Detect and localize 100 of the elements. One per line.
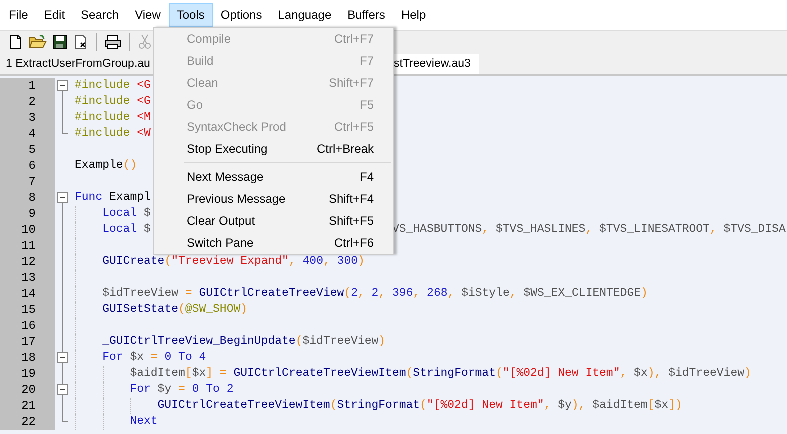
fold-toggle-icon[interactable]	[57, 352, 68, 363]
menu-item[interactable]: Tools	[168, 3, 213, 27]
code-operator: (	[406, 366, 414, 382]
code-operator: )	[641, 286, 648, 302]
code-variable: $y	[158, 382, 173, 398]
code-number: 2	[351, 286, 358, 302]
code-operator: )	[744, 366, 752, 382]
code-directive: #include	[75, 110, 132, 126]
line-number: 5	[0, 142, 55, 158]
code-function: GUICreate	[102, 254, 165, 270]
code-operator: ,	[710, 222, 718, 238]
menu-item[interactable]: Next Message F4	[154, 166, 393, 188]
code-function: GUICtrlCreateTreeViewItem	[158, 398, 330, 414]
code-number: 400	[302, 254, 324, 270]
code-variable: $iStyle	[462, 286, 510, 302]
line-number: 9	[0, 206, 55, 222]
code-variable: $idTreeView	[668, 366, 744, 382]
code-variable: $x	[192, 366, 206, 382]
code-number: 2	[372, 286, 379, 302]
printer-icon[interactable]	[104, 34, 122, 50]
code-operator: ,	[510, 286, 518, 302]
code-variable: $y	[558, 398, 572, 414]
code-number: 396	[392, 286, 414, 302]
code-operator: (	[178, 302, 186, 318]
code-keyword: For	[102, 350, 124, 366]
code-operator: ,	[544, 398, 552, 414]
code-number: 268	[427, 286, 448, 302]
code-directive: #include	[75, 78, 132, 94]
code-operator: ,	[448, 286, 456, 302]
code-string: <M	[137, 110, 151, 126]
code-variable: $x	[634, 366, 648, 382]
code-operator: ,	[413, 286, 422, 302]
menu-item[interactable]: Buffers	[340, 3, 394, 27]
code-operator: ,	[586, 222, 594, 238]
menu-item[interactable]: Options	[212, 3, 270, 27]
line-number: 16	[0, 318, 55, 334]
line-number: 22	[0, 414, 55, 430]
code-macro: @SW_SHOW	[185, 302, 241, 318]
line-number: 19	[0, 366, 55, 382]
code-directive: #include	[75, 126, 132, 142]
code-number: 300	[337, 254, 358, 270]
menu-item[interactable]: Switch Pane Ctrl+F6	[154, 232, 393, 254]
fold-toggle-icon[interactable]	[57, 192, 68, 203]
code-function: _GUICtrlTreeView_BeginUpdate	[102, 334, 296, 350]
code-variable: $TVS_HASLINES	[496, 222, 586, 238]
code-string: <G	[137, 94, 151, 110]
line-number: 10	[0, 222, 55, 238]
menu-item[interactable]: Stop Executing Ctrl+Break	[154, 138, 393, 160]
code-operator: (	[296, 334, 303, 350]
code-variable: $	[144, 206, 151, 222]
save-icon[interactable]	[52, 34, 68, 50]
code-operator: )	[358, 254, 365, 270]
code-keyword: Next	[130, 414, 158, 430]
menu-item[interactable]: File	[1, 3, 36, 27]
close-file-icon[interactable]	[73, 34, 89, 50]
code-function: GUISetState	[102, 302, 179, 318]
line-number: 14	[0, 286, 55, 302]
line-number: 7	[0, 174, 55, 190]
code-operator: )	[378, 334, 386, 350]
code-keyword: Local	[102, 222, 138, 238]
line-number: 13	[0, 270, 55, 286]
code-operator: (	[344, 286, 352, 302]
fold-toggle-icon[interactable]	[57, 80, 68, 91]
code-string: <W	[137, 126, 151, 142]
code-function: GUICtrlCreateTreeView	[199, 286, 344, 302]
code-text: Example	[75, 158, 124, 174]
code-number: 0	[164, 350, 173, 366]
fold-toggle-icon[interactable]	[57, 384, 68, 395]
new-file-icon[interactable]	[8, 34, 24, 50]
code-variable: $idTreeView	[102, 286, 180, 302]
line-number: 17	[0, 334, 55, 350]
code-keyword: Func	[75, 190, 104, 206]
code-number: 4	[199, 350, 206, 366]
line-number: 18	[0, 350, 55, 366]
menu-item[interactable]: Clear Output Shift+F5	[154, 210, 393, 232]
folder-icon[interactable]	[29, 34, 47, 50]
code-operator: =	[185, 286, 194, 302]
code-function: StringFormat	[337, 398, 420, 414]
code-variable: $x	[654, 398, 669, 414]
code-string: "Treeview Expand"	[172, 254, 289, 270]
menu-item[interactable]: View	[127, 3, 169, 27]
code-operator: )	[240, 302, 248, 318]
code-variable: $aidItem	[592, 398, 648, 414]
code-variable: $idTreeView	[302, 334, 379, 350]
menu-item[interactable]: Help	[393, 3, 434, 27]
menu-item[interactable]: Search	[73, 3, 128, 27]
code-function: StringFormat	[413, 366, 496, 382]
menu-item[interactable]: Previous Message Shift+F4	[154, 188, 393, 210]
code-variable: $WS_EX_CLIENTEDGE	[524, 286, 642, 302]
menu-item[interactable]: Language	[270, 3, 340, 27]
menu-item[interactable]: Edit	[36, 3, 74, 27]
code-keyword: Local	[102, 206, 138, 222]
line-number: 8	[0, 190, 55, 206]
line-number: 3	[0, 110, 55, 126]
line-number: 1	[0, 78, 55, 94]
code-directive: #include	[75, 94, 132, 110]
line-number: 2	[0, 94, 55, 110]
code-operator: ,	[378, 286, 387, 302]
code-operator: (	[496, 366, 503, 382]
line-number: 21	[0, 398, 55, 414]
